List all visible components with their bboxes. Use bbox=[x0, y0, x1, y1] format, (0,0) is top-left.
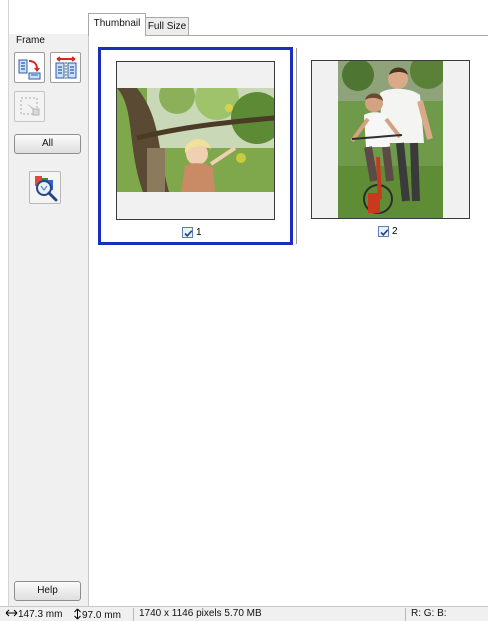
auto-locate-magnifier-icon bbox=[35, 176, 58, 202]
select-all-button[interactable]: All bbox=[14, 134, 81, 154]
frame-label: Frame bbox=[16, 35, 45, 46]
checkmark-icon bbox=[184, 230, 193, 237]
thumbnail-2[interactable]: 2 bbox=[296, 48, 488, 244]
height-value: 97.0 mm bbox=[82, 610, 121, 621]
width-group: 147.3 mm bbox=[5, 608, 62, 620]
status-separator bbox=[405, 608, 406, 621]
rotate-icon bbox=[18, 59, 41, 80]
thumbnail-1-check-group: 1 bbox=[182, 227, 202, 238]
photo-father-son-bike bbox=[338, 61, 443, 218]
rotate-button[interactable] bbox=[14, 52, 45, 83]
tool-panel: Frame All Help bbox=[9, 34, 89, 606]
height-arrows-icon bbox=[74, 608, 81, 620]
help-button[interactable]: Help bbox=[14, 581, 81, 601]
status-separator bbox=[133, 608, 134, 621]
flip-button[interactable] bbox=[50, 52, 81, 83]
auto-locate-button[interactable] bbox=[29, 171, 61, 204]
thumbnail-2-check-group: 2 bbox=[378, 226, 398, 237]
photo-frame-2 bbox=[311, 60, 470, 219]
rgb-readout: R: G: B: bbox=[411, 608, 447, 619]
thumbnail-1-number: 1 bbox=[196, 227, 202, 238]
tab-full-size[interactable]: Full Size bbox=[146, 17, 189, 36]
thumbnail-2-number: 2 bbox=[392, 226, 398, 237]
image-info: 1740 x 1146 pixels 5.70 MB bbox=[139, 608, 262, 619]
marquee-button[interactable] bbox=[14, 91, 45, 122]
marquee-icon bbox=[20, 97, 40, 116]
status-bar: 147.3 mm 97.0 mm 1740 x 1146 pixels 5.70… bbox=[0, 606, 488, 621]
checkmark-icon bbox=[380, 229, 389, 236]
thumbnail-2-checkbox[interactable] bbox=[378, 226, 389, 237]
width-arrows-icon bbox=[5, 609, 18, 617]
photo-frame-1 bbox=[116, 61, 275, 220]
photo-girl-in-tree bbox=[117, 88, 274, 192]
thumbnail-1-checkbox[interactable] bbox=[182, 227, 193, 238]
tab-thumbnail[interactable]: Thumbnail bbox=[88, 13, 146, 36]
height-group: 97.0 mm bbox=[73, 608, 121, 621]
flip-icon bbox=[55, 56, 77, 79]
thumbnail-1[interactable]: 1 bbox=[98, 47, 293, 245]
width-value: 147.3 mm bbox=[18, 609, 63, 620]
